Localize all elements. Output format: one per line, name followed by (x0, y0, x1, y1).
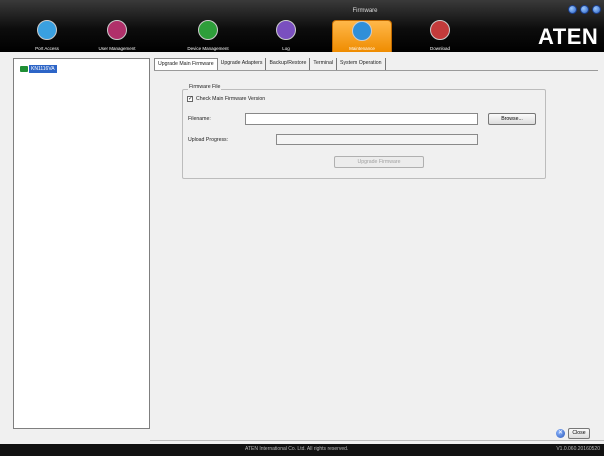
copyright-text: ATEN International Co. Ltd. All rights r… (245, 446, 349, 452)
maximize-icon[interactable] (580, 5, 589, 14)
upload-progress-label: Upload Progress: (188, 137, 229, 143)
tab-backup-restore[interactable]: Backup/Restore (266, 58, 311, 70)
port-access-icon (37, 20, 57, 40)
browse-button[interactable]: Browse... (488, 113, 536, 125)
upgrade-firmware-button[interactable]: Upgrade Firmware (334, 156, 424, 168)
tab-upgrade-adapters[interactable]: Upgrade Adapters (218, 58, 267, 70)
device-node-icon (20, 66, 28, 72)
tab-terminal[interactable]: Terminal (310, 58, 337, 70)
close-button[interactable]: Close (568, 428, 590, 439)
bottom-divider (150, 440, 604, 441)
nav-device-management[interactable]: Device Management (178, 18, 238, 52)
filename-input[interactable] (245, 113, 478, 125)
close-icon[interactable]: ✕ (556, 429, 565, 438)
maintenance-icon (352, 21, 372, 41)
nav-maintenance[interactable]: Maintenance (332, 20, 392, 52)
firmware-file-title: Firmware File (188, 84, 222, 90)
tab-divider (154, 70, 598, 71)
version-text: V1.0.060.20160520 (556, 446, 600, 452)
filename-label: Filename: (188, 116, 211, 122)
nav-label: Device Management (187, 46, 229, 51)
check-version-label: Check Main Firmware Version (196, 96, 266, 102)
tab-upgrade-main-firmware[interactable]: Upgrade Main Firmware (154, 58, 218, 70)
tree-item-device[interactable]: KN1116VA (20, 65, 57, 73)
maintenance-tabs: Upgrade Main Firmware Upgrade Adapters B… (154, 58, 386, 70)
upload-progress-bar (276, 134, 478, 145)
nav-label: Maintenance (349, 46, 375, 51)
close-area: ✕ Close (556, 428, 590, 439)
nav-label: User Management (98, 46, 136, 51)
device-tree[interactable]: KN1116VA (13, 58, 150, 429)
status-bar: ATEN International Co. Ltd. All rights r… (0, 444, 604, 456)
nav-download[interactable]: Download (410, 18, 470, 52)
tab-system-operation[interactable]: System Operation (337, 58, 386, 70)
window-close-icon[interactable] (592, 5, 601, 14)
download-icon (430, 20, 450, 40)
nav-port-access[interactable]: Port Access (17, 18, 77, 52)
nav-user-management[interactable]: User Management (87, 18, 147, 52)
nav-log[interactable]: Log (256, 18, 316, 52)
aten-logo: ATEN (538, 24, 599, 49)
check-version-checkbox[interactable]: ✓ (187, 96, 193, 102)
window-title: Firmware (352, 8, 378, 14)
nav-label: Port Access (35, 46, 59, 51)
nav-label: Log (282, 46, 290, 51)
minimize-icon[interactable] (568, 5, 577, 14)
top-nav-bar: Firmware Port Access User Management Dev… (0, 0, 604, 52)
log-icon (276, 20, 296, 40)
device-management-icon (198, 20, 218, 40)
tree-item-label: KN1116VA (29, 65, 57, 73)
user-management-icon (107, 20, 127, 40)
nav-label: Download (429, 46, 450, 51)
